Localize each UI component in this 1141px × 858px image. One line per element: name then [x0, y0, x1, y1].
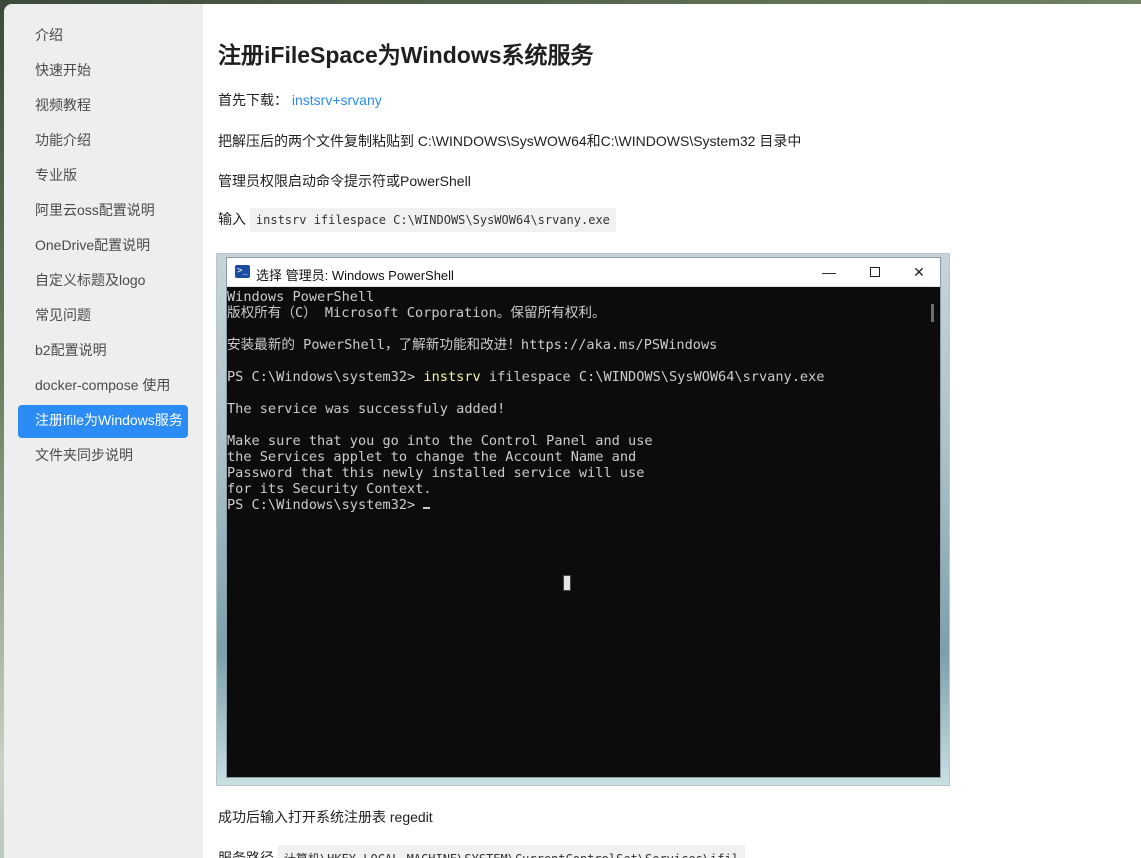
sidebar-item-features[interactable]: 功能介绍 — [18, 125, 188, 158]
console-line: the Services applet to change the Accoun… — [227, 449, 637, 465]
maximize-icon[interactable] — [852, 258, 898, 287]
sidebar-item-quick-start[interactable]: 快速开始 — [18, 55, 188, 88]
download-prefix: 首先下载： — [218, 92, 288, 108]
console-line: 安装最新的 PowerShell，了解新功能和改进！https://aka.ms… — [227, 337, 718, 353]
powershell-window: >_ 选择 管理员: Windows PowerShell — ✕ Window… — [226, 257, 941, 778]
app-window: 介绍 快速开始 视频教程 功能介绍 专业版 阿里云oss配置说明 OneDriv… — [4, 4, 1141, 858]
service-path-code: 计算机\HKEY_LOCAL_MACHINE\SYSTEM\CurrentCon… — [277, 845, 745, 858]
console-line: for its Security Context. — [227, 481, 432, 497]
powershell-console[interactable]: Windows PowerShell 版权所有（C） Microsoft Cor… — [227, 288, 925, 777]
console-line: The service was successfuly added! — [227, 401, 506, 417]
sidebar-item-docker-compose[interactable]: docker-compose 使用 — [18, 370, 188, 403]
sidebar-item-faq[interactable]: 常见问题 — [18, 300, 188, 333]
sidebar-item-intro[interactable]: 介绍 — [18, 20, 188, 53]
input-prefix: 输入 — [218, 211, 246, 227]
console-line: Password that this newly installed servi… — [227, 465, 645, 481]
service-path-prefix: 服务路径 — [218, 850, 274, 858]
console-line: Windows PowerShell — [227, 289, 375, 305]
main-content: 注册iFileSpace为Windows系统服务 首先下载： instsrv+s… — [203, 4, 1141, 858]
powershell-title: 选择 管理员: Windows PowerShell — [256, 268, 454, 283]
sidebar-item-custom-title-logo[interactable]: 自定义标题及logo — [18, 265, 188, 298]
console-line: Make sure that you go into the Control P… — [227, 433, 653, 449]
sidebar-item-b2[interactable]: b2配置说明 — [18, 335, 188, 368]
sidebar-item-pro[interactable]: 专业版 — [18, 160, 188, 193]
scrollbar-thumb[interactable] — [931, 304, 934, 322]
input-paragraph: 输入 instsrv ifilespace C:\WINDOWS\SysWOW6… — [218, 208, 616, 232]
text-cursor-icon — [563, 575, 571, 591]
powershell-titlebar[interactable]: >_ 选择 管理员: Windows PowerShell — ✕ — [227, 258, 940, 287]
console-prompt: PS C:\Windows\system32> — [227, 369, 424, 385]
sidebar-item-onedrive[interactable]: OneDrive配置说明 — [18, 230, 188, 263]
sidebar-item-aliyun-oss[interactable]: 阿里云oss配置说明 — [18, 195, 188, 228]
sidebar-nav: 介绍 快速开始 视频教程 功能介绍 专业版 阿里云oss配置说明 OneDriv… — [4, 4, 203, 858]
powershell-icon: >_ — [235, 265, 250, 278]
sidebar-item-video-tutorial[interactable]: 视频教程 — [18, 90, 188, 123]
sidebar-item-folder-sync[interactable]: 文件夹同步说明 — [18, 440, 188, 473]
download-link[interactable]: instsrv+srvany — [292, 92, 382, 108]
text-caret — [423, 507, 431, 509]
service-path-paragraph: 服务路径 计算机\HKEY_LOCAL_MACHINE\SYSTEM\Curre… — [218, 845, 745, 858]
sidebar-item-windows-service[interactable]: 注册ifile为Windows服务 — [18, 405, 188, 438]
console-prompt: PS C:\Windows\system32> — [227, 497, 424, 513]
input-command-code: instsrv ifilespace C:\WINDOWS\SysWOW64\s… — [249, 208, 616, 232]
page-title: 注册iFileSpace为Windows系统服务 — [218, 42, 594, 68]
admin-instruction: 管理员权限启动命令提示符或PowerShell — [218, 173, 471, 189]
download-paragraph: 首先下载： instsrv+srvany — [218, 90, 382, 110]
console-scrollbar[interactable] — [925, 288, 940, 777]
after-success-instruction: 成功后输入打开系统注册表 regedit — [218, 809, 433, 825]
close-icon[interactable]: ✕ — [896, 258, 942, 287]
copy-instruction: 把解压后的两个文件复制粘贴到 C:\WINDOWS\SysWOW64和C:\WI… — [218, 133, 802, 149]
powershell-screenshot: >_ 选择 管理员: Windows PowerShell — ✕ Window… — [216, 253, 950, 786]
console-command-args: ifilespace C:\WINDOWS\SysWOW64\srvany.ex… — [480, 369, 825, 385]
minimize-icon[interactable]: — — [806, 258, 852, 287]
console-command-keyword: instsrv — [423, 369, 481, 385]
console-line: 版权所有（C） Microsoft Corporation。保留所有权利。 — [227, 305, 606, 321]
